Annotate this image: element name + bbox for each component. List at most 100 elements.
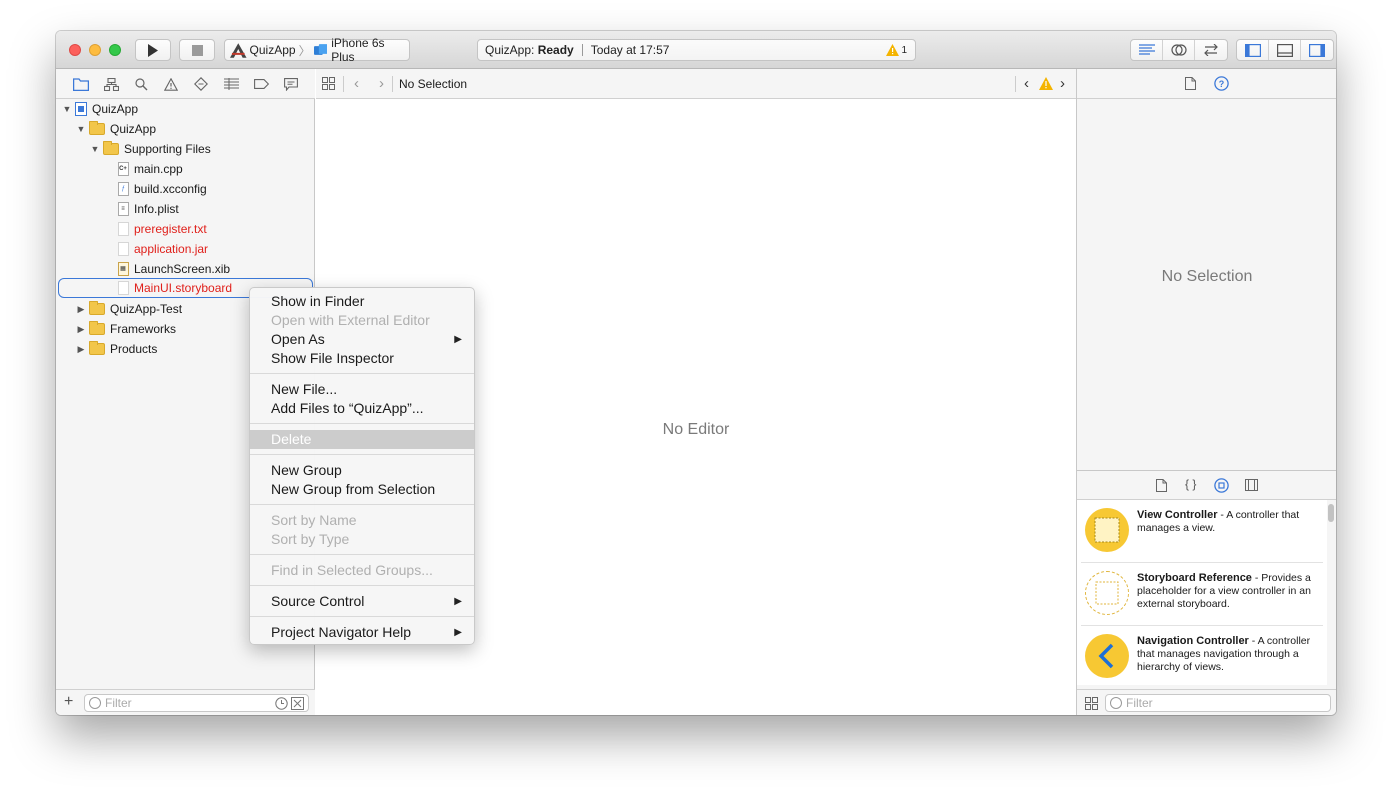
- menu-item-open-external-editor: Open with External Editor: [250, 311, 474, 330]
- debug-navigator-tab[interactable]: [223, 76, 239, 92]
- tree-row-label: QuizApp: [110, 122, 157, 136]
- minimize-window-button[interactable]: [89, 44, 101, 56]
- code-snippet-library-tab[interactable]: { }: [1185, 477, 1196, 491]
- scheme-device-label: iPhone 6s Plus: [331, 36, 385, 64]
- warning-indicator[interactable]: 1: [886, 44, 907, 56]
- recent-files-icon[interactable]: [275, 697, 288, 710]
- menu-item-label: Find in Selected Groups...: [271, 562, 433, 578]
- folder-icon: [88, 321, 106, 336]
- disclosure-collapsed-icon[interactable]: ▶: [76, 344, 86, 355]
- tree-row-group-quizapp-test[interactable]: ▶ QuizApp-Test: [76, 299, 182, 319]
- issue-indicator[interactable]: [1039, 77, 1053, 90]
- cpp-file-icon: C+: [116, 162, 130, 176]
- zoom-window-button[interactable]: [109, 44, 121, 56]
- jump-bar: ‹ › No Selection ‹ ›: [316, 69, 1076, 99]
- hierarchy-icon: [103, 77, 119, 91]
- tree-row-file-preregister-txt[interactable]: preregister.txt: [116, 219, 207, 239]
- menu-item-show-in-finder[interactable]: Show in Finder: [250, 292, 474, 311]
- jump-bar-path[interactable]: No Selection: [399, 77, 467, 91]
- menu-item-source-control[interactable]: Source Control ▶: [250, 592, 474, 611]
- tree-row-label: MainUI.storyboard: [134, 281, 233, 295]
- grid-icon: [1085, 697, 1098, 710]
- test-navigator-tab[interactable]: [193, 76, 209, 92]
- assistant-editor-button[interactable]: [1163, 40, 1195, 60]
- symbol-navigator-tab[interactable]: [103, 76, 119, 92]
- library-view-mode-button[interactable]: [1085, 697, 1098, 710]
- menu-item-new-group[interactable]: New Group: [250, 461, 474, 480]
- library-item-text: Storyboard Reference - Provides a placeh…: [1137, 572, 1322, 611]
- tree-row-project[interactable]: ▼ QuizApp: [62, 99, 138, 119]
- library-item-storyboard-reference[interactable]: Storyboard Reference - Provides a placeh…: [1081, 563, 1323, 626]
- run-button[interactable]: [135, 39, 171, 61]
- file-inspector-tab[interactable]: [1185, 77, 1196, 90]
- menu-item-new-group-from-selection[interactable]: New Group from Selection: [250, 480, 474, 499]
- toggle-debug-area-button[interactable]: [1269, 40, 1301, 60]
- tree-row-group-products[interactable]: ▶ Products: [76, 339, 157, 359]
- go-back-button[interactable]: ‹: [354, 75, 359, 92]
- menu-separator: [250, 504, 474, 505]
- library-item-navigation-controller[interactable]: Navigation Controller - A controller tha…: [1081, 626, 1323, 685]
- toggle-utilities-button[interactable]: [1301, 40, 1333, 60]
- version-editor-button[interactable]: [1195, 40, 1227, 60]
- next-issue-button[interactable]: ›: [1060, 75, 1065, 92]
- tree-row-file-application-jar[interactable]: application.jar: [116, 239, 208, 259]
- add-file-button[interactable]: +: [64, 693, 73, 711]
- menu-item-open-as[interactable]: Open As ▶: [250, 330, 474, 349]
- stop-button[interactable]: [179, 39, 215, 61]
- menu-item-label: Open As: [271, 331, 325, 347]
- find-navigator-tab[interactable]: [133, 76, 149, 92]
- project-navigator-tab[interactable]: [73, 76, 89, 92]
- source-control-filter-icon[interactable]: [291, 697, 304, 710]
- toggle-navigator-button[interactable]: [1237, 40, 1269, 60]
- previous-issue-button[interactable]: ‹: [1024, 75, 1029, 92]
- menu-item-add-files[interactable]: Add Files to “QuizApp”...: [250, 399, 474, 418]
- tree-row-group-frameworks[interactable]: ▶ Frameworks: [76, 319, 176, 339]
- navigator-tabs: [56, 69, 315, 99]
- menu-item-label: Source Control: [271, 593, 365, 609]
- file-template-library-tab[interactable]: [1156, 479, 1167, 492]
- library-tabs: { }: [1077, 470, 1336, 500]
- status-time: Today at 17:57: [590, 43, 670, 57]
- menu-item-label: New Group from Selection: [271, 481, 436, 497]
- disclosure-expanded-icon[interactable]: ▼: [62, 104, 72, 114]
- menu-item-new-file[interactable]: New File...: [250, 380, 474, 399]
- library-item-view-controller[interactable]: View Controller - A controller that mana…: [1081, 500, 1323, 563]
- object-library-list: View Controller - A controller that mana…: [1077, 500, 1327, 685]
- menu-item-label: Sort by Name: [271, 512, 357, 528]
- media-library-tab[interactable]: [1245, 479, 1258, 491]
- tree-row-file-build-xcconfig[interactable]: ƒ build.xcconfig: [116, 179, 207, 199]
- disclosure-expanded-icon[interactable]: ▼: [90, 144, 100, 154]
- menu-item-show-file-inspector[interactable]: Show File Inspector: [250, 349, 474, 368]
- navigator-filter-field[interactable]: Filter: [84, 694, 309, 712]
- submenu-arrow-icon: ▶: [454, 334, 462, 345]
- close-window-button[interactable]: [69, 44, 81, 56]
- gauge-icon: [223, 78, 239, 90]
- object-library-tab[interactable]: [1214, 478, 1229, 493]
- disclosure-collapsed-icon[interactable]: ▶: [76, 324, 86, 335]
- standard-editor-button[interactable]: [1131, 40, 1163, 60]
- related-items-button[interactable]: [322, 77, 335, 90]
- film-icon: [1245, 479, 1258, 491]
- library-scrollbar[interactable]: [1328, 504, 1334, 522]
- jar-file-icon: [116, 242, 130, 256]
- tree-row-file-launchscreen-xib[interactable]: ▦ LaunchScreen.xib: [116, 259, 230, 279]
- disclosure-collapsed-icon[interactable]: ▶: [76, 304, 86, 315]
- standard-editor-icon: [1138, 44, 1155, 55]
- xcode-project-icon: [74, 102, 88, 116]
- breakpoint-navigator-tab[interactable]: [253, 76, 269, 92]
- library-filter-field[interactable]: Filter: [1105, 694, 1331, 712]
- disclosure-expanded-icon[interactable]: ▼: [76, 124, 86, 134]
- menu-item-project-navigator-help[interactable]: Project Navigator Help ▶: [250, 623, 474, 642]
- menu-item-delete[interactable]: Delete: [250, 430, 474, 449]
- go-forward-button[interactable]: ›: [379, 75, 384, 92]
- tree-row-file-main-cpp[interactable]: C+ main.cpp: [116, 159, 183, 179]
- tree-row-group-quizapp[interactable]: ▼ QuizApp: [76, 119, 156, 139]
- report-navigator-tab[interactable]: [283, 76, 299, 92]
- jumpbar-divider: [343, 75, 344, 92]
- issue-navigator-tab[interactable]: [163, 76, 179, 92]
- tree-row-file-info-plist[interactable]: ≡ Info.plist: [116, 199, 179, 219]
- filter-icon: [89, 697, 101, 709]
- scheme-selector[interactable]: QuizApp 〉 iPhone 6s Plus: [224, 36, 410, 64]
- quick-help-tab[interactable]: ?: [1214, 76, 1229, 91]
- tree-row-group-supporting-files[interactable]: ▼ Supporting Files: [90, 139, 211, 159]
